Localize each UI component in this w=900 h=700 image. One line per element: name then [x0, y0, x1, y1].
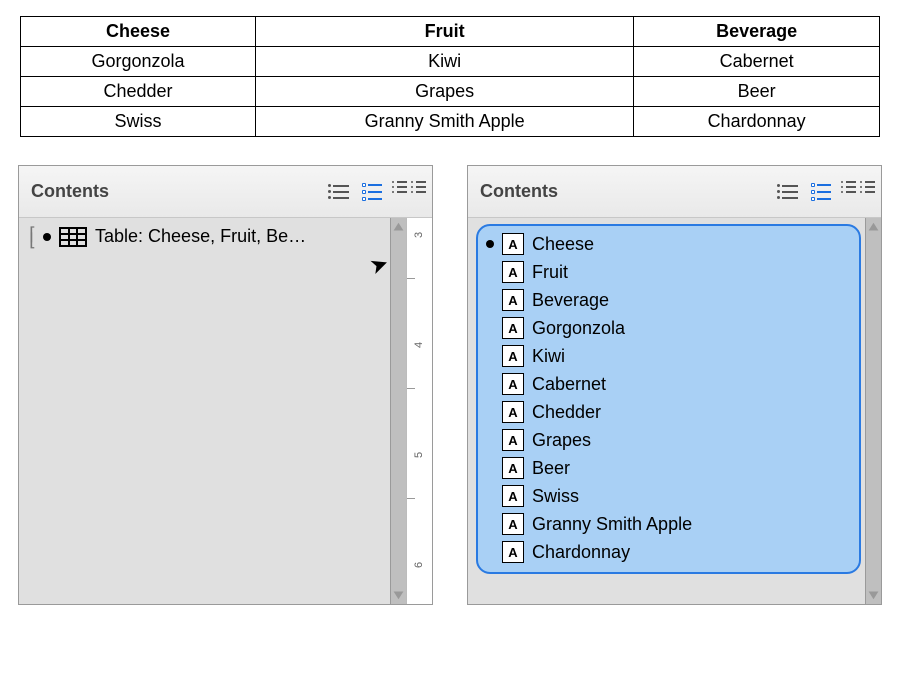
outline-item[interactable]: A Swiss [484, 482, 853, 510]
outline-item-label: Cheese [532, 234, 594, 255]
contents-panel-collapsed: Contents [18, 165, 433, 605]
text-cell-icon: A [502, 429, 524, 451]
outline-item-label: Beer [532, 458, 570, 479]
cell: Granny Smith Apple [256, 107, 634, 137]
outline-item[interactable]: A Fruit [484, 258, 853, 286]
list-view-icon[interactable] [777, 181, 803, 203]
list-view-icon[interactable] [328, 181, 354, 203]
outline-item-label: Beverage [532, 290, 609, 311]
text-cell-icon: A [502, 317, 524, 339]
grid-view-icon[interactable] [396, 181, 422, 203]
outline-item[interactable]: A Chardonnay [484, 538, 853, 566]
pairings-table: Cheese Fruit Beverage Gorgonzola Kiwi Ca… [20, 16, 880, 137]
outline-item[interactable]: A Chedder [484, 398, 853, 426]
outline-item[interactable]: A Gorgonzola [484, 314, 853, 342]
text-cell-icon: A [502, 513, 524, 535]
cell: Beer [634, 77, 880, 107]
text-cell-icon: A [502, 289, 524, 311]
text-cell-icon: A [502, 345, 524, 367]
grid-view-icon[interactable] [845, 181, 871, 203]
outline-item-label: Fruit [532, 262, 568, 283]
scroll-up-icon[interactable] [867, 220, 881, 234]
text-cell-icon: A [502, 233, 524, 255]
outline-item-label: Kiwi [532, 346, 565, 367]
cursor-icon: ➤ [366, 250, 390, 281]
outline-item-label: Cabernet [532, 374, 606, 395]
text-cell-icon: A [502, 457, 524, 479]
panel-list: ⌈⌊ Table: Cheese, Fruit, Be… ➤ [19, 218, 390, 604]
outline-item-label: Swiss [532, 486, 579, 507]
view-mode-switcher [328, 181, 422, 203]
cell: Chedder [21, 77, 256, 107]
col-header-fruit: Fruit [256, 17, 634, 47]
outline-item-label: Granny Smith Apple [532, 514, 692, 535]
scroll-up-icon[interactable] [392, 220, 406, 234]
view-mode-switcher [777, 181, 871, 203]
outline-item-label: Gorgonzola [532, 318, 625, 339]
outline-item[interactable]: A Cheese [484, 230, 853, 258]
outline-item-label: Table: Cheese, Fruit, Be… [95, 226, 384, 247]
outline-item[interactable]: A Grapes [484, 426, 853, 454]
outline-item-label: Grapes [532, 430, 591, 451]
outline-item[interactable]: A Granny Smith Apple [484, 510, 853, 538]
outline-view-icon[interactable] [811, 181, 837, 203]
text-cell-icon: A [502, 541, 524, 563]
text-cell-icon: A [502, 401, 524, 423]
text-cell-icon: A [502, 485, 524, 507]
table-row: Swiss Granny Smith Apple Chardonnay [21, 107, 880, 137]
selection-group[interactable]: A Cheese A Fruit A Beverage A Gorgonzola [476, 224, 861, 574]
cell: Chardonnay [634, 107, 880, 137]
table-row: Gorgonzola Kiwi Cabernet [21, 47, 880, 77]
table-icon [59, 227, 87, 247]
cell: Kiwi [256, 47, 634, 77]
text-cell-icon: A [502, 261, 524, 283]
panel-list: A Cheese A Fruit A Beverage A Gorgonzola [468, 218, 865, 604]
cell: Cabernet [634, 47, 880, 77]
bullet-icon [486, 240, 494, 248]
bullet-icon [43, 233, 51, 241]
vertical-scrollbar[interactable] [390, 218, 406, 604]
outline-item-label: Chardonnay [532, 542, 630, 563]
cell: Grapes [256, 77, 634, 107]
outline-item[interactable]: A Kiwi [484, 342, 853, 370]
vertical-ruler: 3 4 5 6 [406, 218, 432, 604]
panel-title: Contents [480, 181, 558, 202]
cell: Swiss [21, 107, 256, 137]
panel-header: Contents [468, 166, 881, 218]
outline-view-icon[interactable] [362, 181, 388, 203]
outline-item[interactable]: A Beverage [484, 286, 853, 314]
panel-header: Contents [19, 166, 432, 218]
text-cell-icon: A [502, 373, 524, 395]
outline-item[interactable]: A Cabernet [484, 370, 853, 398]
outline-item-table[interactable]: ⌈⌊ Table: Cheese, Fruit, Be… [27, 224, 386, 249]
cell: Gorgonzola [21, 47, 256, 77]
scroll-down-icon[interactable] [392, 588, 406, 602]
table-row: Chedder Grapes Beer [21, 77, 880, 107]
outline-item-label: Chedder [532, 402, 601, 423]
table-header-row: Cheese Fruit Beverage [21, 17, 880, 47]
col-header-cheese: Cheese [21, 17, 256, 47]
vertical-scrollbar[interactable] [865, 218, 881, 604]
drag-handle-icon[interactable]: ⌈⌊ [29, 231, 35, 243]
scroll-down-icon[interactable] [867, 588, 881, 602]
contents-panel-expanded: Contents [467, 165, 882, 605]
panel-title: Contents [31, 181, 109, 202]
outline-item[interactable]: A Beer [484, 454, 853, 482]
col-header-beverage: Beverage [634, 17, 880, 47]
